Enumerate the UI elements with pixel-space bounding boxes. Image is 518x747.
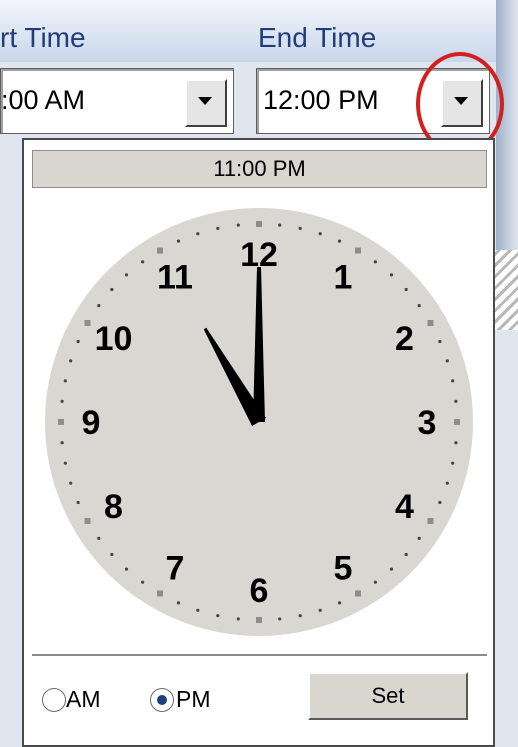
- hour-tick: [256, 617, 262, 623]
- hour-tick: [454, 419, 460, 425]
- hour-tick: [84, 518, 91, 524]
- column-header: rt Time End Time: [0, 0, 500, 62]
- hour-tick: [256, 221, 262, 227]
- hour-label: 9: [82, 404, 101, 442]
- hour-tick: [427, 320, 434, 326]
- minute-tick: [318, 608, 322, 612]
- minute-tick: [373, 260, 377, 264]
- start-time-dropdown-button[interactable]: [185, 79, 227, 127]
- pm-label: PM: [176, 686, 211, 712]
- minute-tick: [124, 567, 129, 571]
- analog-clock[interactable]: 121234567891011: [24, 200, 493, 646]
- minute-tick: [63, 379, 67, 383]
- minute-tick: [236, 617, 240, 621]
- hour-tick: [58, 419, 64, 425]
- minute-tick: [404, 287, 408, 292]
- minute-tick: [278, 617, 282, 621]
- minute-tick: [141, 260, 145, 264]
- hour-label: 11: [157, 259, 193, 297]
- end-time-value: 12:00 PM: [263, 85, 379, 115]
- am-label: AM: [66, 686, 101, 712]
- minute-tick: [110, 552, 114, 557]
- minute-tick: [337, 601, 342, 605]
- hour-label: 5: [334, 549, 353, 587]
- hour-tick: [427, 518, 434, 524]
- minute-tick: [417, 304, 421, 308]
- am-radio[interactable]: [42, 688, 66, 712]
- minute-tick: [438, 500, 442, 505]
- minute-tick: [404, 552, 408, 557]
- hour-label: 4: [395, 488, 414, 526]
- am-pm-group: AM PM: [42, 684, 282, 718]
- minute-tick: [389, 567, 394, 571]
- minute-tick: [176, 601, 181, 605]
- minute-tick: [298, 226, 302, 230]
- minute-tick: [97, 536, 101, 540]
- minute-tick: [141, 580, 145, 584]
- minute-tick: [69, 359, 73, 363]
- minute-tick: [216, 226, 220, 230]
- minute-tick: [76, 500, 80, 505]
- minute-tick: [124, 273, 129, 277]
- hour-label: 6: [250, 572, 269, 610]
- minute-tick: [278, 223, 282, 227]
- minute-tick: [60, 399, 64, 403]
- footer-divider: [32, 654, 487, 656]
- minute-tick: [196, 232, 200, 236]
- minute-tick: [110, 287, 114, 292]
- minute-tick: [438, 339, 442, 344]
- minute-tick: [63, 461, 67, 465]
- minute-tick: [373, 580, 377, 584]
- clock-picker-popup: 11:00 PM 12 1 2 3 4 5 6 7 8 9 10 11 AM PM Set: [22, 138, 495, 747]
- minute-tick: [445, 481, 449, 485]
- start-time-combo[interactable]: :00 AM: [0, 68, 234, 134]
- minute-tick: [97, 304, 101, 308]
- pm-radio-dot: [157, 695, 167, 705]
- minute-tick: [298, 614, 302, 618]
- minute-tick: [337, 239, 342, 243]
- hour-tick: [157, 590, 163, 597]
- minute-tick: [451, 379, 455, 383]
- minute-tick: [454, 441, 458, 445]
- minute-tick: [76, 339, 80, 344]
- minute-tick: [60, 441, 64, 445]
- pm-radio[interactable]: [150, 688, 174, 712]
- hour-tick: [157, 247, 163, 254]
- minute-tick: [389, 273, 394, 277]
- set-button[interactable]: Set: [308, 672, 468, 720]
- minute-tick: [318, 232, 322, 236]
- end-time-header: End Time: [258, 22, 377, 53]
- hour-tick: [355, 247, 361, 254]
- minute-tick: [236, 223, 240, 227]
- hour-label: 8: [104, 488, 123, 526]
- minute-tick: [216, 614, 220, 618]
- minute-tick: [454, 399, 458, 403]
- minute-tick: [69, 481, 73, 485]
- hour-tick: [84, 320, 91, 326]
- start-time-header: rt Time: [0, 22, 86, 53]
- chevron-down-icon: [198, 97, 212, 105]
- start-time-value: :00 AM: [1, 85, 86, 115]
- hour-label: 10: [95, 320, 133, 358]
- hour-label: 3: [418, 404, 437, 442]
- hour-label: 1: [334, 259, 353, 297]
- hour-label: 7: [166, 549, 185, 587]
- hour-tick: [355, 590, 361, 597]
- minute-tick: [417, 536, 421, 540]
- time-range-panel: rt Time End Time :00 AM 12:00 PM 11:00 P…: [0, 0, 518, 747]
- hour-label: 2: [395, 320, 414, 358]
- minute-tick: [196, 608, 200, 612]
- selected-time-display: 11:00 PM: [32, 150, 487, 188]
- minute-tick: [445, 359, 449, 363]
- minute-tick: [176, 239, 181, 243]
- minute-tick: [451, 461, 455, 465]
